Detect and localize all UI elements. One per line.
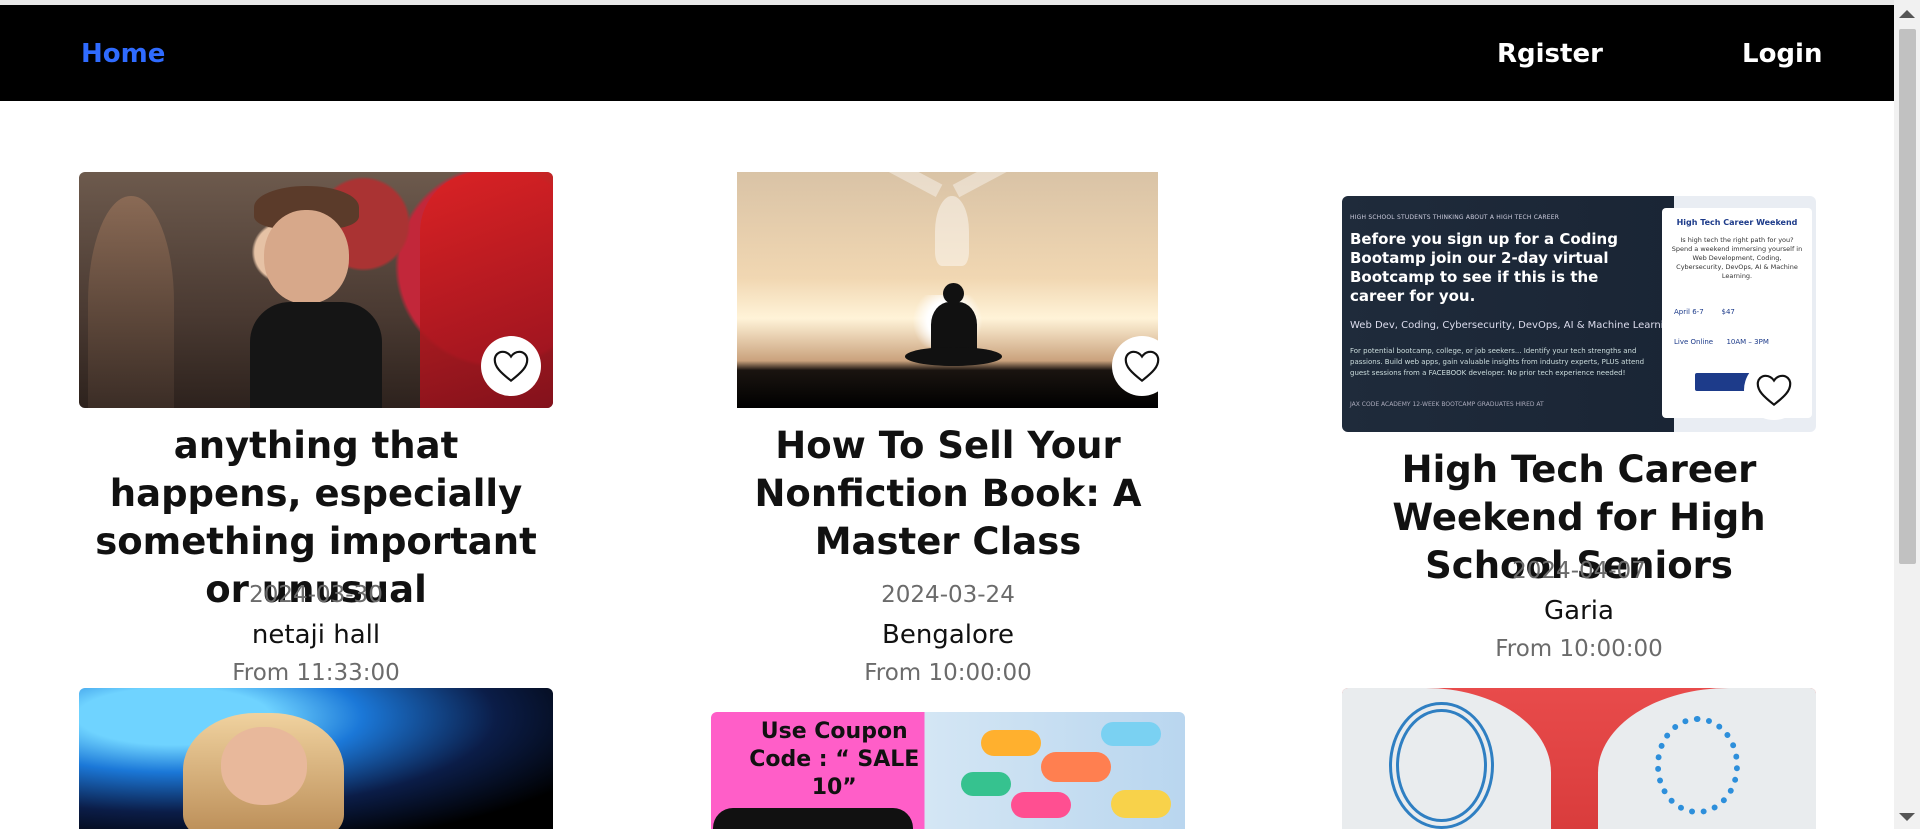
nav-login-link[interactable]: Login xyxy=(1742,39,1822,69)
event-image[interactable]: Use Coupon Code : “ SALE 10” xyxy=(711,712,1185,829)
image-figure xyxy=(1041,752,1111,782)
image-figure xyxy=(952,172,1108,198)
image-figure xyxy=(1654,716,1741,815)
image-figure xyxy=(787,172,943,198)
image-caption: Live Online 10AM – 3PM xyxy=(1674,338,1769,346)
favorite-button[interactable] xyxy=(1744,360,1804,420)
image-caption: April 6-7 xyxy=(1674,308,1704,316)
image-button-graphic xyxy=(713,808,913,829)
scroll-down-arrow-icon[interactable] xyxy=(1899,813,1915,821)
image-caption: High Tech Career Weekend xyxy=(1676,218,1798,227)
image-figure xyxy=(934,195,969,267)
heart-outline-icon xyxy=(1124,350,1160,383)
image-figure xyxy=(961,772,1011,796)
event-venue: netaji hall xyxy=(251,620,381,650)
image-figure xyxy=(88,195,174,408)
event-title: How To Sell Your Nonfiction Book: A Mast… xyxy=(754,424,1142,563)
favorite-button[interactable] xyxy=(481,336,541,396)
image-caption: 10AM – 3PM xyxy=(1726,338,1769,346)
image-figure xyxy=(1111,790,1171,818)
image-caption: Live Online xyxy=(1674,338,1714,346)
favorite-button[interactable] xyxy=(1112,336,1172,396)
event-time: From 11:33:00 xyxy=(232,660,400,686)
navbar: Home Rgister Login xyxy=(0,5,1894,101)
scroll-up-arrow-icon[interactable] xyxy=(1899,10,1915,18)
event-venue: Bengalore xyxy=(882,620,1014,650)
image-caption: For potential bootcamp, college, or job … xyxy=(1350,347,1645,377)
event-time: From 10:00:00 xyxy=(1495,636,1663,662)
image-caption: Before you sign up for a Coding Bootamp … xyxy=(1350,230,1618,305)
event-image[interactable] xyxy=(79,688,553,829)
image-figure xyxy=(1101,722,1161,746)
nav-home-link[interactable]: Home xyxy=(81,39,165,69)
image-figure xyxy=(221,727,307,806)
image-figure xyxy=(981,730,1041,756)
scrollbar-thumb[interactable] xyxy=(1899,29,1916,564)
image-caption: Use Coupon Code : “ SALE 10” xyxy=(749,719,920,800)
heart-outline-icon xyxy=(1756,374,1792,407)
image-caption: April 6-7 $47 xyxy=(1674,308,1735,316)
image-figure xyxy=(1011,792,1071,818)
image-figure xyxy=(249,301,383,408)
image-figure xyxy=(1389,702,1494,829)
event-date: 2024-03-30 xyxy=(249,582,383,608)
event-time: From 10:00:00 xyxy=(864,660,1032,686)
image-caption: Web Dev, Coding, Cybersecurity, DevOps, … xyxy=(1350,320,1677,331)
event-image xyxy=(737,172,1158,408)
event-date: 2024-03-24 xyxy=(881,582,1015,608)
image-caption: HIGH SCHOOL STUDENTS THINKING ABOUT A HI… xyxy=(1350,214,1560,221)
nav-register-link[interactable]: Rgister xyxy=(1497,39,1603,69)
event-image[interactable] xyxy=(1342,688,1816,829)
image-figure xyxy=(263,209,350,305)
event-venue: Garia xyxy=(1544,596,1614,626)
image-caption: Is high tech the right path for you? Spe… xyxy=(1671,236,1803,280)
event-date: 2024-04-07 xyxy=(1512,558,1646,584)
image-figure xyxy=(905,346,1003,366)
page-scrollbar[interactable] xyxy=(1894,0,1920,829)
image-caption: $47 xyxy=(1721,308,1735,316)
image-caption: JAX CODE ACADEMY 12-WEEK BOOTCAMP GRADUA… xyxy=(1350,401,1544,408)
heart-outline-icon xyxy=(493,350,529,383)
